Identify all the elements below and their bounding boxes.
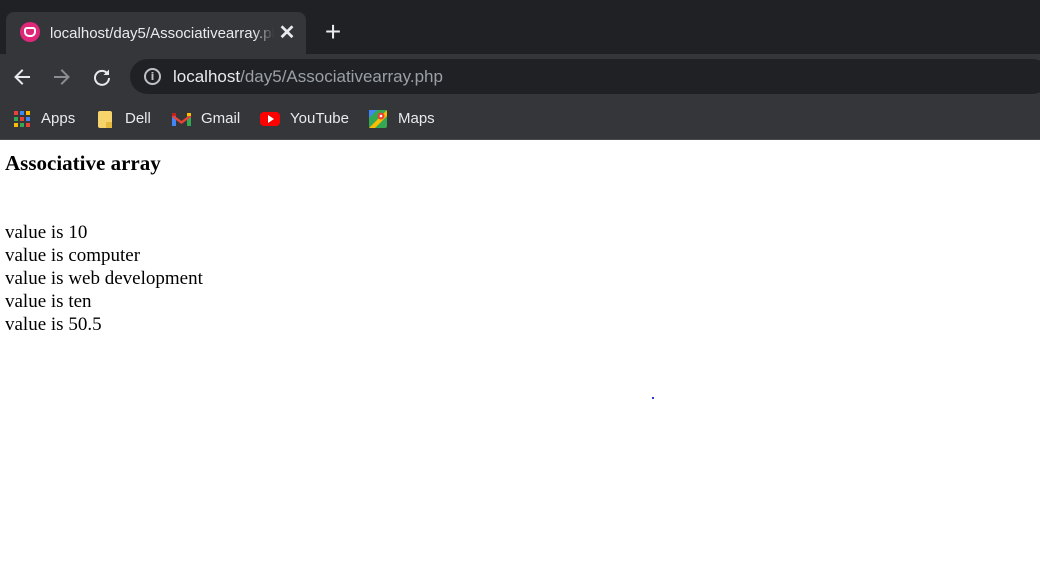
new-tab-button[interactable]: + — [318, 18, 348, 48]
bookmark-dell[interactable]: Dell — [98, 108, 151, 130]
folder-icon — [98, 110, 112, 128]
browser-toolbar: i localhost/day5/Associativearray.php — [0, 54, 1040, 100]
cursor-dot — [652, 397, 654, 399]
url-text[interactable]: localhost/day5/Associativearray.php — [173, 66, 443, 88]
browser-tab[interactable]: localhost/day5/Associativearray.php ✕ — [6, 12, 306, 54]
tab-title: localhost/day5/Associativearray.php — [50, 25, 274, 42]
value-line: value is ten — [5, 291, 92, 312]
value-line: value is web development — [5, 268, 203, 289]
value-line: value is 50.5 — [5, 314, 102, 335]
forward-arrow-icon — [54, 69, 70, 85]
tab-strip: localhost/day5/Associativearray.php ✕ + — [0, 0, 1040, 54]
site-info-icon[interactable]: i — [144, 68, 161, 85]
xampp-icon — [20, 22, 40, 42]
back-button[interactable] — [8, 63, 36, 91]
value-line: value is 10 — [5, 222, 88, 243]
maps-icon — [369, 110, 387, 128]
gmail-icon — [172, 113, 191, 126]
bookmark-apps[interactable]: Apps — [14, 108, 75, 130]
url-host: localhost — [173, 67, 241, 86]
forward-button[interactable] — [48, 63, 76, 91]
tab-close-icon[interactable]: ✕ — [276, 22, 298, 44]
bookmark-maps[interactable]: Maps — [369, 108, 435, 130]
bookmark-gmail[interactable]: Gmail — [172, 108, 240, 130]
bookmark-youtube[interactable]: YouTube — [260, 108, 349, 130]
bookmark-label: Gmail — [201, 110, 241, 127]
back-arrow-icon — [14, 69, 30, 85]
apps-grid-icon — [14, 110, 31, 128]
bookmark-label: YouTube — [290, 110, 349, 127]
url-path: /day5/Associativearray.php — [240, 67, 443, 86]
page-content: Associative array value is 10 value is c… — [0, 141, 1040, 569]
bookmarks-bar: Apps Dell Gmail YouTube Maps — [0, 100, 1040, 140]
bookmark-label: Maps — [398, 110, 435, 127]
youtube-icon — [260, 112, 280, 126]
bookmark-label: Apps — [41, 110, 76, 127]
reload-button[interactable] — [88, 63, 116, 91]
address-bar[interactable]: i localhost/day5/Associativearray.php — [130, 59, 1040, 94]
value-list: value is 10 value is computer value is w… — [5, 221, 203, 336]
tab-title-fade — [254, 20, 274, 46]
reload-icon — [94, 69, 110, 86]
value-line: value is computer — [5, 245, 141, 266]
page-heading: Associative array — [5, 151, 161, 175]
bookmark-label: Dell — [125, 110, 151, 127]
